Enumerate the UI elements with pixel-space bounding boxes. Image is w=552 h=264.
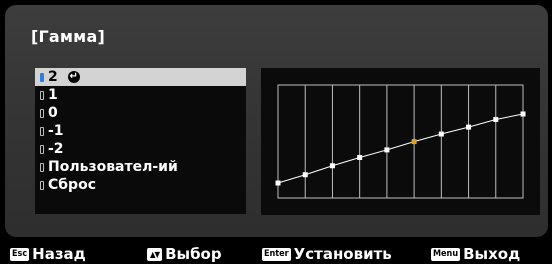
menu-key-icon: Menu (431, 247, 461, 261)
option-label: -2 (48, 141, 64, 157)
gamma-point (466, 124, 472, 130)
radio-indicator-icon (40, 144, 44, 154)
gamma-point (438, 131, 444, 137)
footer-back[interactable]: Esc Назад (10, 245, 86, 263)
option-label: 2 (48, 69, 58, 85)
radio-indicator-icon (40, 72, 44, 82)
radio-indicator-icon (40, 90, 44, 100)
option-0[interactable]: 0 (35, 104, 246, 122)
footer-exit[interactable]: Menu Выход (431, 245, 520, 263)
option-reset[interactable]: Сброс (35, 176, 246, 194)
option-label: -1 (48, 123, 64, 139)
option-1[interactable]: 1 (35, 86, 246, 104)
enter-key-icon: Enter (262, 247, 291, 261)
option-2[interactable]: 2 ↵ (35, 68, 246, 86)
gamma-point-selected (411, 139, 417, 145)
footer-exit-label: Выход (463, 245, 521, 263)
option-label: Пользовател-ий (48, 159, 178, 175)
esc-key-icon: Esc (10, 247, 30, 261)
graph-frame (277, 84, 524, 199)
up-down-arrows-icon: ▲▼ (147, 247, 163, 261)
radio-indicator-icon (40, 180, 44, 190)
gamma-dialog: [Гамма] 2 ↵ 1 0 -1 -2 Пользовател-ий Сбр… (5, 5, 548, 237)
footer-set[interactable]: Enter Установить (262, 245, 392, 263)
gamma-point (493, 117, 499, 123)
gamma-point (302, 172, 308, 178)
gamma-point (384, 147, 390, 153)
radio-indicator-icon (40, 108, 44, 118)
footer-set-label: Установить (293, 245, 392, 263)
option-label: 1 (48, 87, 58, 103)
option-minus-1[interactable]: -1 (35, 122, 246, 140)
gamma-curve-plot (275, 84, 526, 199)
radio-indicator-icon (40, 162, 44, 172)
footer-hint-bar: Esc Назад ▲▼ Выбор Enter Установить Menu… (0, 242, 552, 264)
option-custom[interactable]: Пользовател-ий (35, 158, 246, 176)
gamma-curve-graph (261, 68, 540, 215)
gamma-point (520, 111, 526, 117)
option-minus-2[interactable]: -2 (35, 140, 246, 158)
option-label: 0 (48, 105, 58, 121)
gamma-point (357, 154, 363, 160)
footer-back-label: Назад (32, 245, 86, 263)
radio-indicator-icon (40, 126, 44, 136)
option-label: Сброс (48, 177, 96, 193)
footer-select[interactable]: ▲▼ Выбор (147, 245, 222, 263)
enter-confirm-icon: ↵ (67, 71, 80, 83)
gamma-point (329, 163, 335, 169)
gamma-curve-line (277, 113, 524, 184)
gamma-point (275, 180, 281, 186)
dialog-title: [Гамма] (31, 27, 105, 46)
footer-select-label: Выбор (165, 245, 222, 263)
gamma-options-list: 2 ↵ 1 0 -1 -2 Пользовател-ий Сброс (35, 68, 246, 214)
